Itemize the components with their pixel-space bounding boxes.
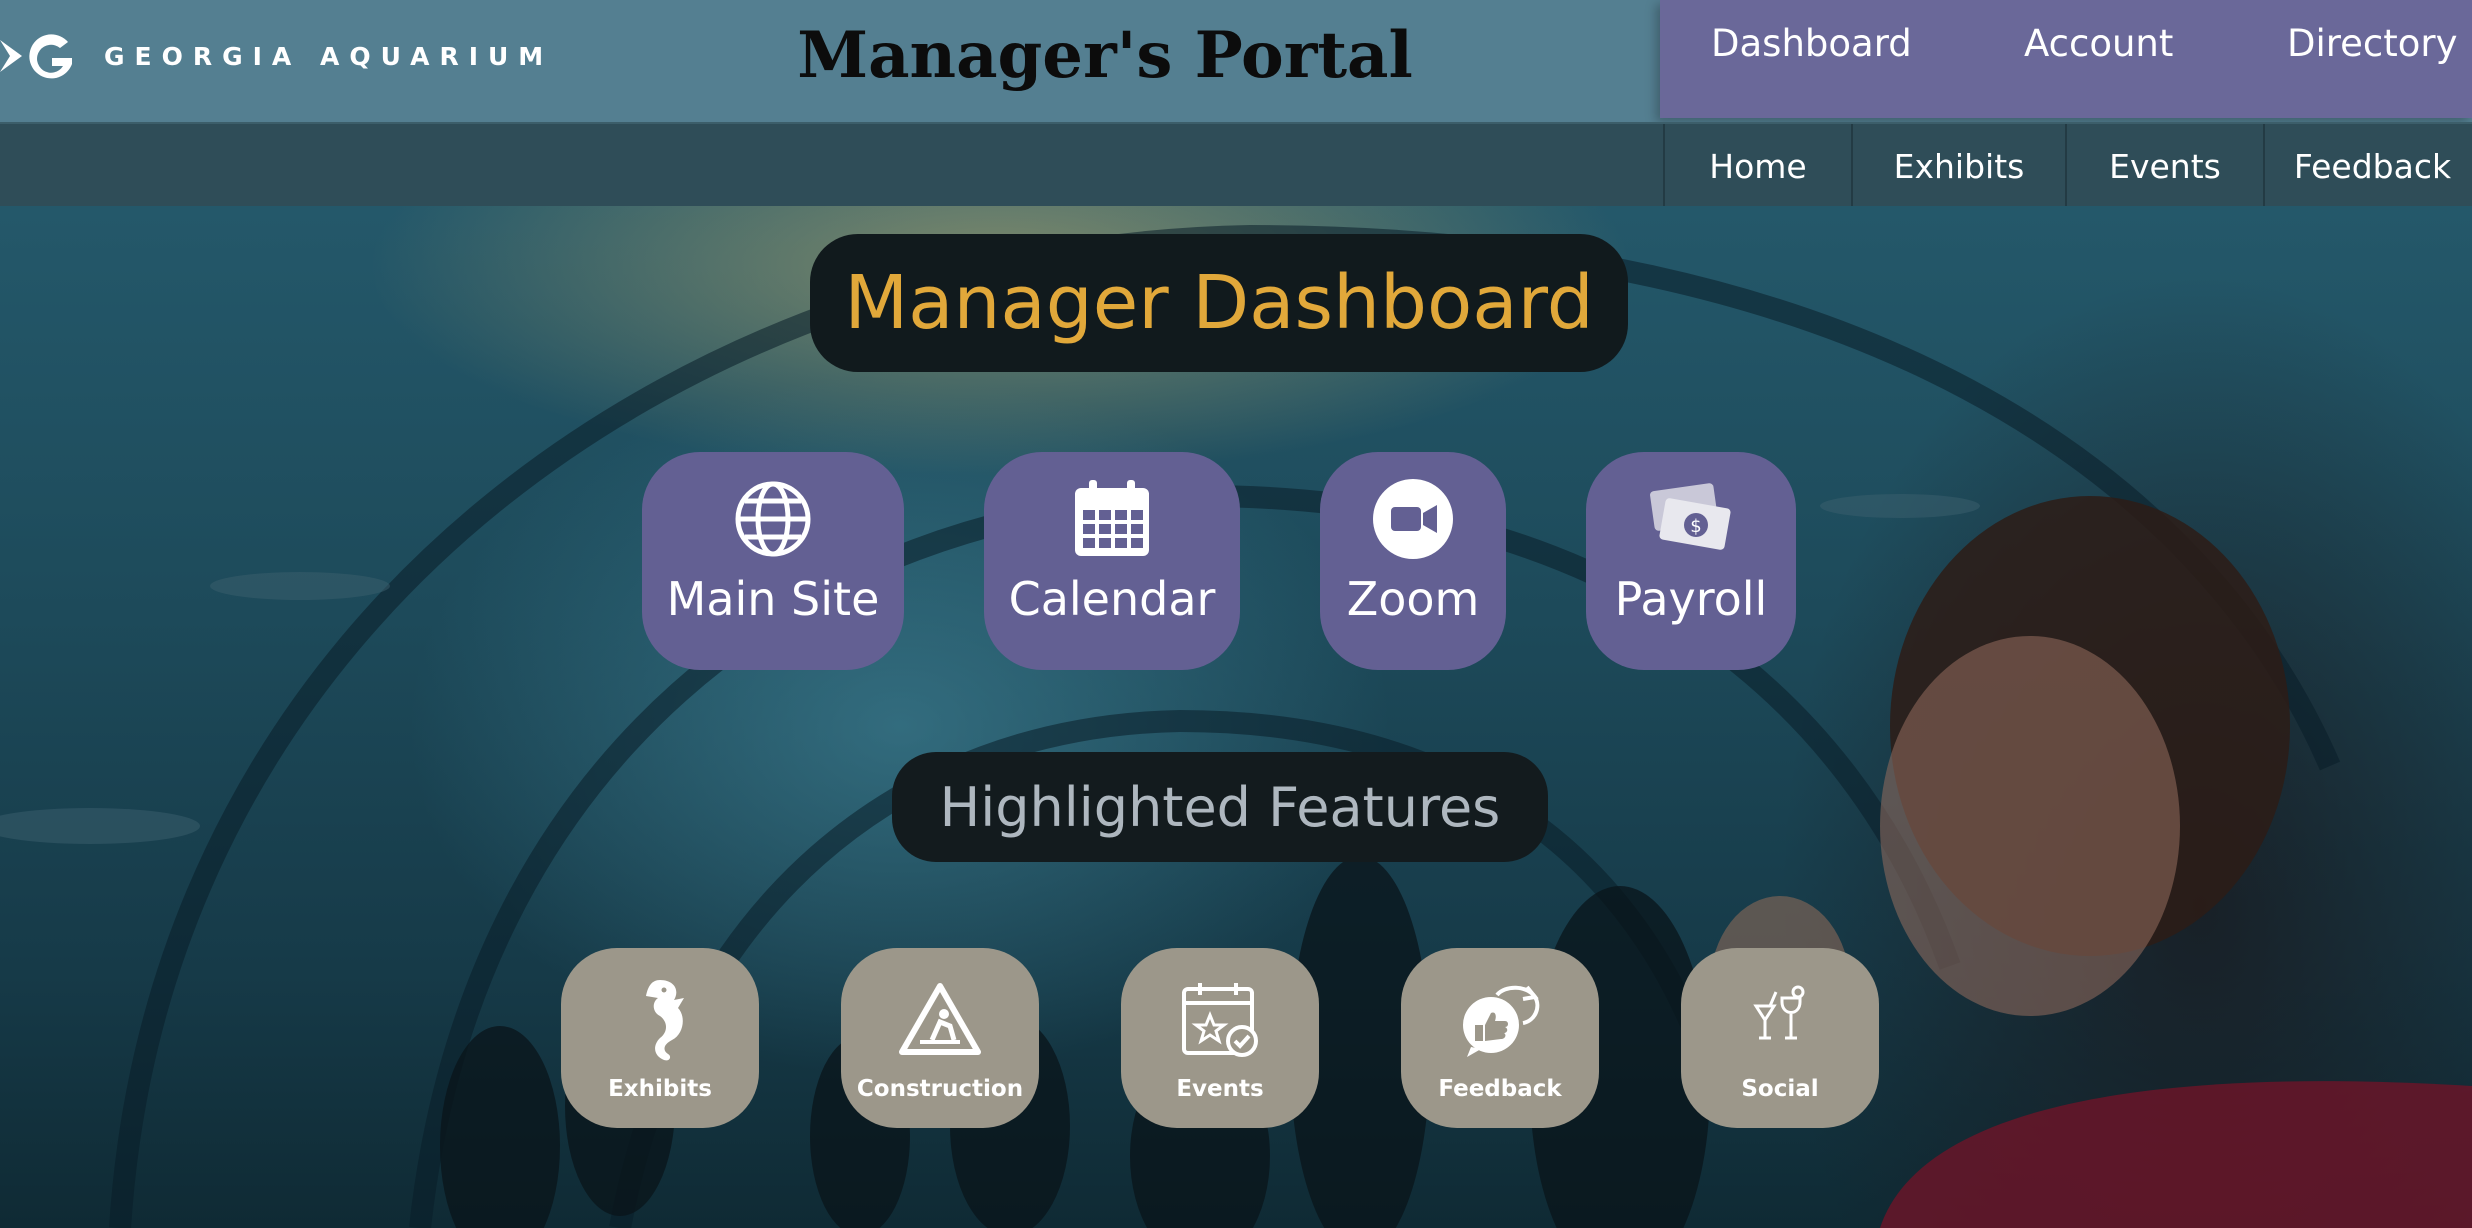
video-camera-icon [1370, 476, 1456, 562]
features-title-pill: Highlighted Features [892, 752, 1548, 862]
feature-exhibits-label: Exhibits [608, 1076, 712, 1102]
payroll-label: Payroll [1614, 572, 1768, 626]
subnav-events[interactable]: Events [2065, 124, 2263, 208]
zoom-button[interactable]: Zoom [1320, 452, 1506, 670]
feature-feedback-button[interactable]: Feedback [1401, 948, 1599, 1128]
calendar-icon [1069, 476, 1155, 562]
subnav-exhibits[interactable]: Exhibits [1851, 124, 2065, 208]
subnav-home[interactable]: Home [1663, 124, 1851, 208]
feature-social-label: Social [1741, 1076, 1819, 1102]
logo-mark-icon [0, 34, 72, 79]
primary-nav: Dashboard Account Directory [1660, 0, 2472, 118]
features-title: Highlighted Features [939, 775, 1501, 839]
feature-feedback-label: Feedback [1438, 1076, 1562, 1102]
feature-social-button[interactable]: Social [1681, 948, 1879, 1128]
calendar-button[interactable]: Calendar [984, 452, 1240, 670]
main-site-label: Main Site [666, 572, 880, 626]
money-icon: $ [1648, 476, 1734, 562]
feature-construction-button[interactable]: Construction [841, 948, 1039, 1128]
cocktail-glasses-icon [1735, 976, 1825, 1062]
construction-sign-icon [895, 976, 985, 1062]
page-title: Manager's Portal [797, 18, 1413, 93]
zoom-label: Zoom [1346, 572, 1480, 626]
feature-construction-label: Construction [856, 1076, 1024, 1102]
payroll-button[interactable]: $ Payroll [1586, 452, 1796, 670]
nav-account[interactable]: Account [2024, 22, 2173, 65]
secondary-nav-bar: Home Exhibits Events Feedback [0, 122, 2472, 208]
calendar-label: Calendar [1008, 572, 1216, 626]
nav-directory[interactable]: Directory [2287, 22, 2458, 65]
feature-events-button[interactable]: Events [1121, 948, 1319, 1128]
globe-icon [730, 476, 816, 562]
hero-background: Manager Dashboard Main Site Calendar Zoo… [0, 206, 2472, 1228]
dashboard-title: Manager Dashboard [844, 260, 1594, 346]
feature-exhibits-button[interactable]: Exhibits [561, 948, 759, 1128]
top-header: GEORGIA AQUARIUM Manager's Portal Dashbo… [0, 0, 2472, 122]
logo[interactable]: GEORGIA AQUARIUM [0, 28, 553, 84]
event-calendar-icon [1175, 976, 1265, 1062]
nav-dashboard[interactable]: Dashboard [1711, 22, 1912, 65]
main-site-button[interactable]: Main Site [642, 452, 904, 670]
dashboard-title-pill: Manager Dashboard [810, 234, 1628, 372]
secondary-nav: Home Exhibits Events Feedback [1663, 124, 2472, 208]
logo-text: GEORGIA AQUARIUM [104, 41, 554, 71]
subnav-feedback[interactable]: Feedback [2263, 124, 2472, 208]
svg-text:$: $ [1690, 516, 1701, 537]
feature-events-label: Events [1176, 1076, 1264, 1102]
seahorse-icon [615, 976, 705, 1062]
feedback-chat-icon [1455, 976, 1545, 1062]
